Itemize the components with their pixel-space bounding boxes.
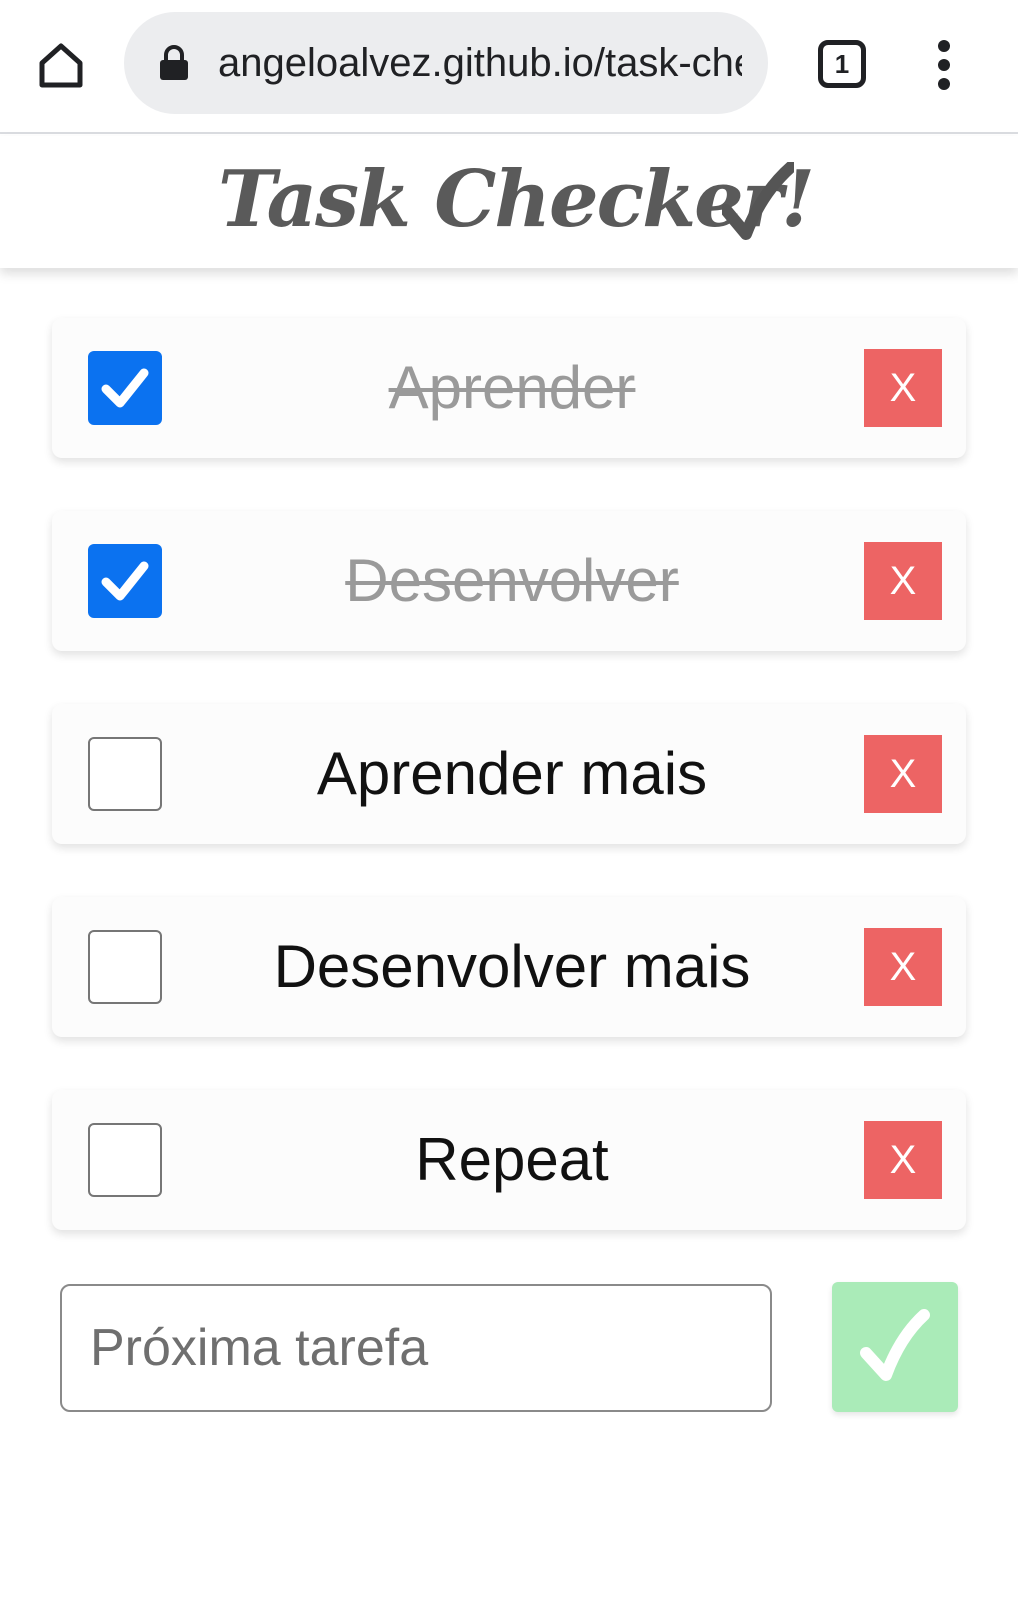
lock-icon [160,45,188,80]
tab-switcher-button[interactable]: 1 [818,40,866,88]
new-task-input[interactable] [60,1284,772,1412]
task-label: Aprender mais [316,740,708,807]
url-text: angeloalvez.github.io/task-checker [218,41,742,85]
task-checkbox[interactable] [88,737,162,811]
task-label: Aprender [388,354,636,421]
task-label: Desenvolver [345,547,679,614]
task-item: Repeat X [52,1090,966,1230]
task-list-area: Aprender X Desenvolver X Aprender mais X… [0,268,1018,1600]
checkmark-icon [101,561,149,601]
delete-task-button[interactable]: X [864,349,942,427]
task-item: Desenvolver mais X [52,897,966,1037]
checkmark-icon [722,162,794,240]
home-button[interactable] [34,38,88,92]
delete-task-button[interactable]: X [864,1121,942,1199]
task-item: Desenvolver X [52,511,966,651]
browser-toolbar: angeloalvez.github.io/task-checker 1 [0,0,1018,134]
home-icon [39,43,83,88]
task-item: Aprender mais X [52,704,966,844]
delete-task-button[interactable]: X [864,542,942,620]
task-checkbox[interactable] [88,930,162,1004]
delete-task-button[interactable]: X [864,928,942,1006]
task-checkbox[interactable] [88,1123,162,1197]
delete-task-button[interactable]: X [864,735,942,813]
task-checkbox[interactable] [88,351,162,425]
checkmark-icon [101,368,149,408]
checkmark-icon [860,1309,930,1381]
task-label: Repeat [415,1126,609,1193]
address-bar[interactable]: angeloalvez.github.io/task-checker [124,12,768,114]
more-vert-icon[interactable] [924,38,964,92]
task-item: Aprender X [52,318,966,458]
task-label: Desenvolver mais [273,933,751,1000]
app-header: Task Checker! [0,136,1018,268]
add-task-button[interactable] [832,1282,958,1412]
task-checkbox[interactable] [88,544,162,618]
tab-count: 1 [834,48,850,79]
